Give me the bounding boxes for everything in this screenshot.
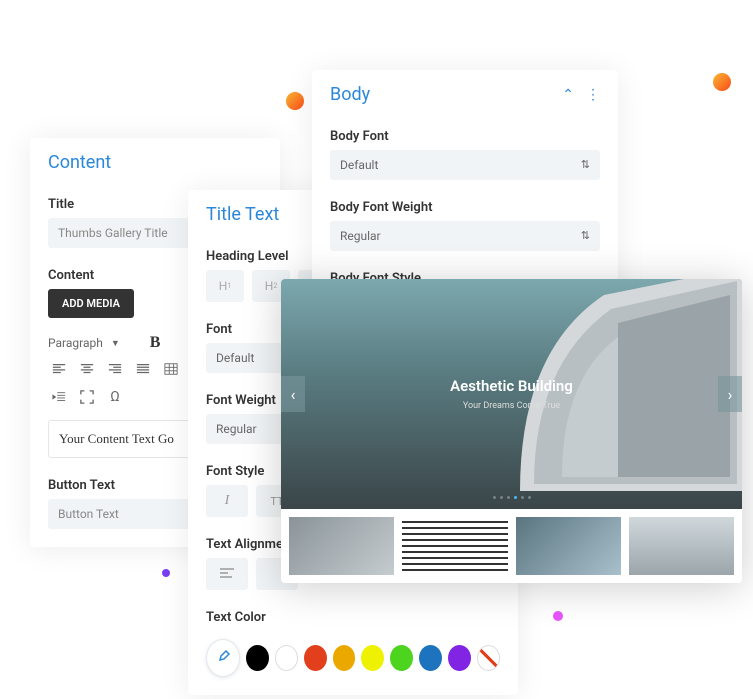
body-font-select[interactable]: Default — [330, 150, 600, 180]
align-left-icon[interactable] — [48, 358, 70, 380]
deco-dot-pink — [553, 611, 563, 621]
collapse-icon[interactable]: ⌃ — [562, 87, 574, 103]
slide-subtitle: Your Dreams Come True — [463, 401, 560, 411]
body-title: Body — [330, 84, 370, 105]
color-orange[interactable] — [333, 645, 356, 671]
slide-title: Aesthetic Building — [450, 377, 573, 395]
slide-main: ‹ › Aesthetic Building Your Dreams Come … — [281, 279, 742, 509]
align-right-icon[interactable] — [104, 358, 126, 380]
color-swatches — [188, 631, 518, 695]
body-font-weight-select[interactable]: Regular — [330, 221, 600, 251]
thumb-3[interactable] — [516, 517, 621, 575]
caret-down-icon: ▼ — [111, 338, 120, 349]
body-font-weight-label: Body Font Weight — [312, 190, 618, 221]
color-blue[interactable] — [419, 645, 442, 671]
text-color-label: Text Color — [188, 600, 518, 631]
color-yellow[interactable] — [361, 645, 384, 671]
deco-dot-orange-2 — [713, 73, 731, 91]
align-center-icon[interactable] — [76, 358, 98, 380]
table-icon[interactable] — [160, 358, 182, 380]
thumb-1[interactable] — [289, 517, 394, 575]
color-black[interactable] — [246, 645, 269, 671]
color-red[interactable] — [304, 645, 327, 671]
next-arrow[interactable]: › — [718, 376, 742, 412]
italic-button[interactable]: I — [206, 485, 248, 517]
h1-button[interactable]: H1 — [206, 270, 244, 302]
thumb-4[interactable] — [629, 517, 734, 575]
align-justify-icon[interactable] — [132, 358, 154, 380]
eyedropper-button[interactable] — [206, 639, 240, 677]
prev-arrow[interactable]: ‹ — [281, 376, 305, 412]
indent-icon[interactable] — [48, 386, 70, 408]
deco-dot-purple — [162, 569, 170, 577]
thumbnail-strip — [281, 509, 742, 583]
slide-dots — [493, 496, 531, 499]
fullscreen-icon[interactable] — [76, 386, 98, 408]
color-purple[interactable] — [448, 645, 471, 671]
paragraph-select[interactable]: Paragraph — [48, 336, 103, 350]
slider-preview: ‹ › Aesthetic Building Your Dreams Come … — [281, 279, 742, 583]
color-green[interactable] — [390, 645, 413, 671]
content-title: Content — [30, 138, 280, 187]
align-btn[interactable] — [206, 558, 248, 590]
building-graphic — [492, 279, 742, 519]
bold-button[interactable]: B — [150, 334, 161, 352]
add-media-button[interactable]: ADD MEDIA — [48, 289, 134, 318]
omega-icon[interactable]: Ω — [104, 386, 126, 408]
body-font-label: Body Font — [312, 119, 618, 150]
color-white[interactable] — [275, 645, 298, 671]
thumb-2[interactable] — [402, 517, 507, 575]
more-icon[interactable]: ⋮ — [586, 87, 600, 103]
deco-dot-orange — [286, 92, 304, 110]
color-none[interactable] — [477, 645, 500, 671]
